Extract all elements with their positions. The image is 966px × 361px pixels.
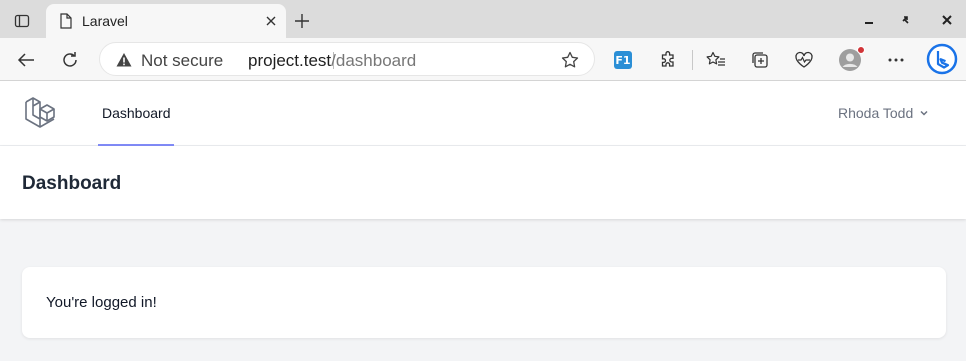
restore-icon[interactable] — [895, 9, 917, 31]
collections-icon[interactable] — [746, 46, 774, 74]
favorites-icon[interactable] — [702, 46, 730, 74]
close-icon[interactable] — [262, 12, 280, 30]
user-name: Rhoda Todd — [838, 105, 914, 121]
user-menu[interactable]: Rhoda Todd — [838, 104, 929, 122]
extension-f1-icon[interactable]: F1 — [609, 46, 637, 74]
status-message: You're logged in! — [46, 294, 157, 311]
heartbeat-icon[interactable] — [790, 46, 818, 74]
page-title: Dashboard — [22, 173, 122, 194]
tab-actions-icon[interactable] — [9, 9, 35, 33]
close-window-icon[interactable] — [936, 9, 958, 31]
toolbar-divider — [692, 50, 693, 70]
app-navigation: Dashboard Rhoda Todd — [0, 81, 966, 146]
laravel-logo-icon[interactable] — [24, 95, 58, 129]
more-icon[interactable] — [882, 46, 910, 74]
url-path: /dashboard — [331, 51, 417, 70]
bing-icon[interactable] — [926, 43, 958, 75]
web-page: Dashboard Rhoda Todd Dashboard You're lo… — [0, 81, 966, 361]
back-arrow-icon[interactable] — [12, 46, 40, 74]
tab-strip: Laravel — [0, 0, 966, 38]
minimize-icon[interactable] — [858, 9, 880, 31]
plus-icon[interactable] — [290, 9, 314, 33]
extension-f1-label: F1 — [614, 51, 632, 69]
nav-link-dashboard-label: Dashboard — [102, 105, 171, 121]
address-bar[interactable]: Not secure project.test/dashboard — [99, 42, 595, 76]
chevron-down-icon — [920, 110, 928, 116]
warning-icon[interactable] — [116, 52, 132, 68]
security-status[interactable]: Not secure — [141, 51, 223, 71]
refresh-icon[interactable] — [56, 46, 84, 74]
star-icon[interactable] — [560, 50, 580, 70]
url-host: project.test — [248, 51, 332, 70]
tab-title: Laravel — [82, 13, 128, 29]
nav-link-dashboard[interactable]: Dashboard — [98, 81, 174, 146]
page-icon — [58, 13, 74, 29]
content-card: You're logged in! — [22, 267, 946, 338]
page-header: Dashboard — [0, 146, 966, 219]
browser-toolbar: Not secure project.test/dashboard F1 — [0, 38, 966, 81]
browser-tab[interactable]: Laravel — [46, 4, 286, 38]
avatar-icon[interactable] — [836, 46, 865, 74]
url-text[interactable]: project.test/dashboard — [248, 51, 416, 71]
notification-dot — [857, 46, 865, 54]
puzzle-icon[interactable] — [654, 46, 682, 74]
